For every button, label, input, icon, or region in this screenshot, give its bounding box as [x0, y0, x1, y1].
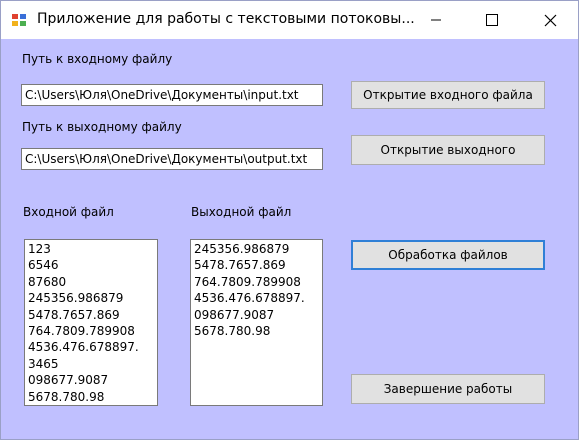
- window-title: Приложение для работы с текстовыми поток…: [37, 11, 415, 27]
- input-line: 87680: [28, 274, 67, 289]
- close-icon: [544, 14, 556, 26]
- output-line: 764.7809.789908: [194, 274, 301, 289]
- form-body: Путь к входному файлу C:\Users\Юля\OneDr…: [1, 39, 578, 439]
- input-file-label: Входной файл: [23, 205, 114, 219]
- process-files-button[interactable]: Обработка файлов: [351, 240, 545, 270]
- input-line: 245356.986879: [28, 291, 124, 306]
- input-line: 123: [28, 242, 51, 256]
- input-file-textbox[interactable]: 123 6546 87680 245356.986879 5478.7657.8…: [24, 239, 158, 406]
- output-line: 5678.780.98: [194, 324, 271, 339]
- input-line: 5678.780.98: [28, 389, 105, 404]
- app-window: Приложение для работы с текстовыми поток…: [0, 0, 579, 440]
- output-path-label: Путь к выходному файлу: [22, 120, 182, 134]
- open-output-file-button[interactable]: Открытие выходного: [351, 135, 545, 165]
- output-line: 4536.476.678897.: [194, 291, 305, 306]
- output-path-field[interactable]: C:\Users\Юля\OneDrive\Документы\output.t…: [21, 148, 323, 170]
- maximize-button[interactable]: [464, 1, 520, 39]
- close-button[interactable]: [522, 1, 578, 39]
- input-path-label: Путь к входному файлу: [22, 52, 173, 66]
- minimize-icon: [431, 19, 441, 21]
- open-input-file-button[interactable]: Открытие входного файла: [351, 81, 545, 109]
- output-file-textbox[interactable]: 245356.986879 5478.7657.869 764.7809.789…: [190, 239, 323, 406]
- output-line: 245356.986879: [194, 242, 290, 256]
- minimize-button[interactable]: [408, 1, 464, 39]
- input-line: 4536.476.678897.: [28, 340, 139, 355]
- input-line: 764.7809.789908: [28, 324, 135, 339]
- output-line: 5478.7657.869: [194, 258, 286, 273]
- exit-button[interactable]: Завершение работы: [351, 374, 545, 404]
- input-line: 6546: [28, 258, 59, 273]
- output-line: 098677.9087: [194, 307, 275, 322]
- output-file-label: Выходной файл: [191, 205, 292, 219]
- app-form-icon: [12, 14, 26, 26]
- input-line: 098677.9087: [28, 373, 109, 388]
- maximize-icon: [486, 14, 498, 26]
- input-path-field[interactable]: C:\Users\Юля\OneDrive\Документы\input.tx…: [21, 84, 323, 106]
- input-line: 5478.7657.869: [28, 307, 120, 322]
- title-bar[interactable]: Приложение для работы с текстовыми поток…: [1, 1, 578, 39]
- input-line: 3465: [28, 356, 59, 371]
